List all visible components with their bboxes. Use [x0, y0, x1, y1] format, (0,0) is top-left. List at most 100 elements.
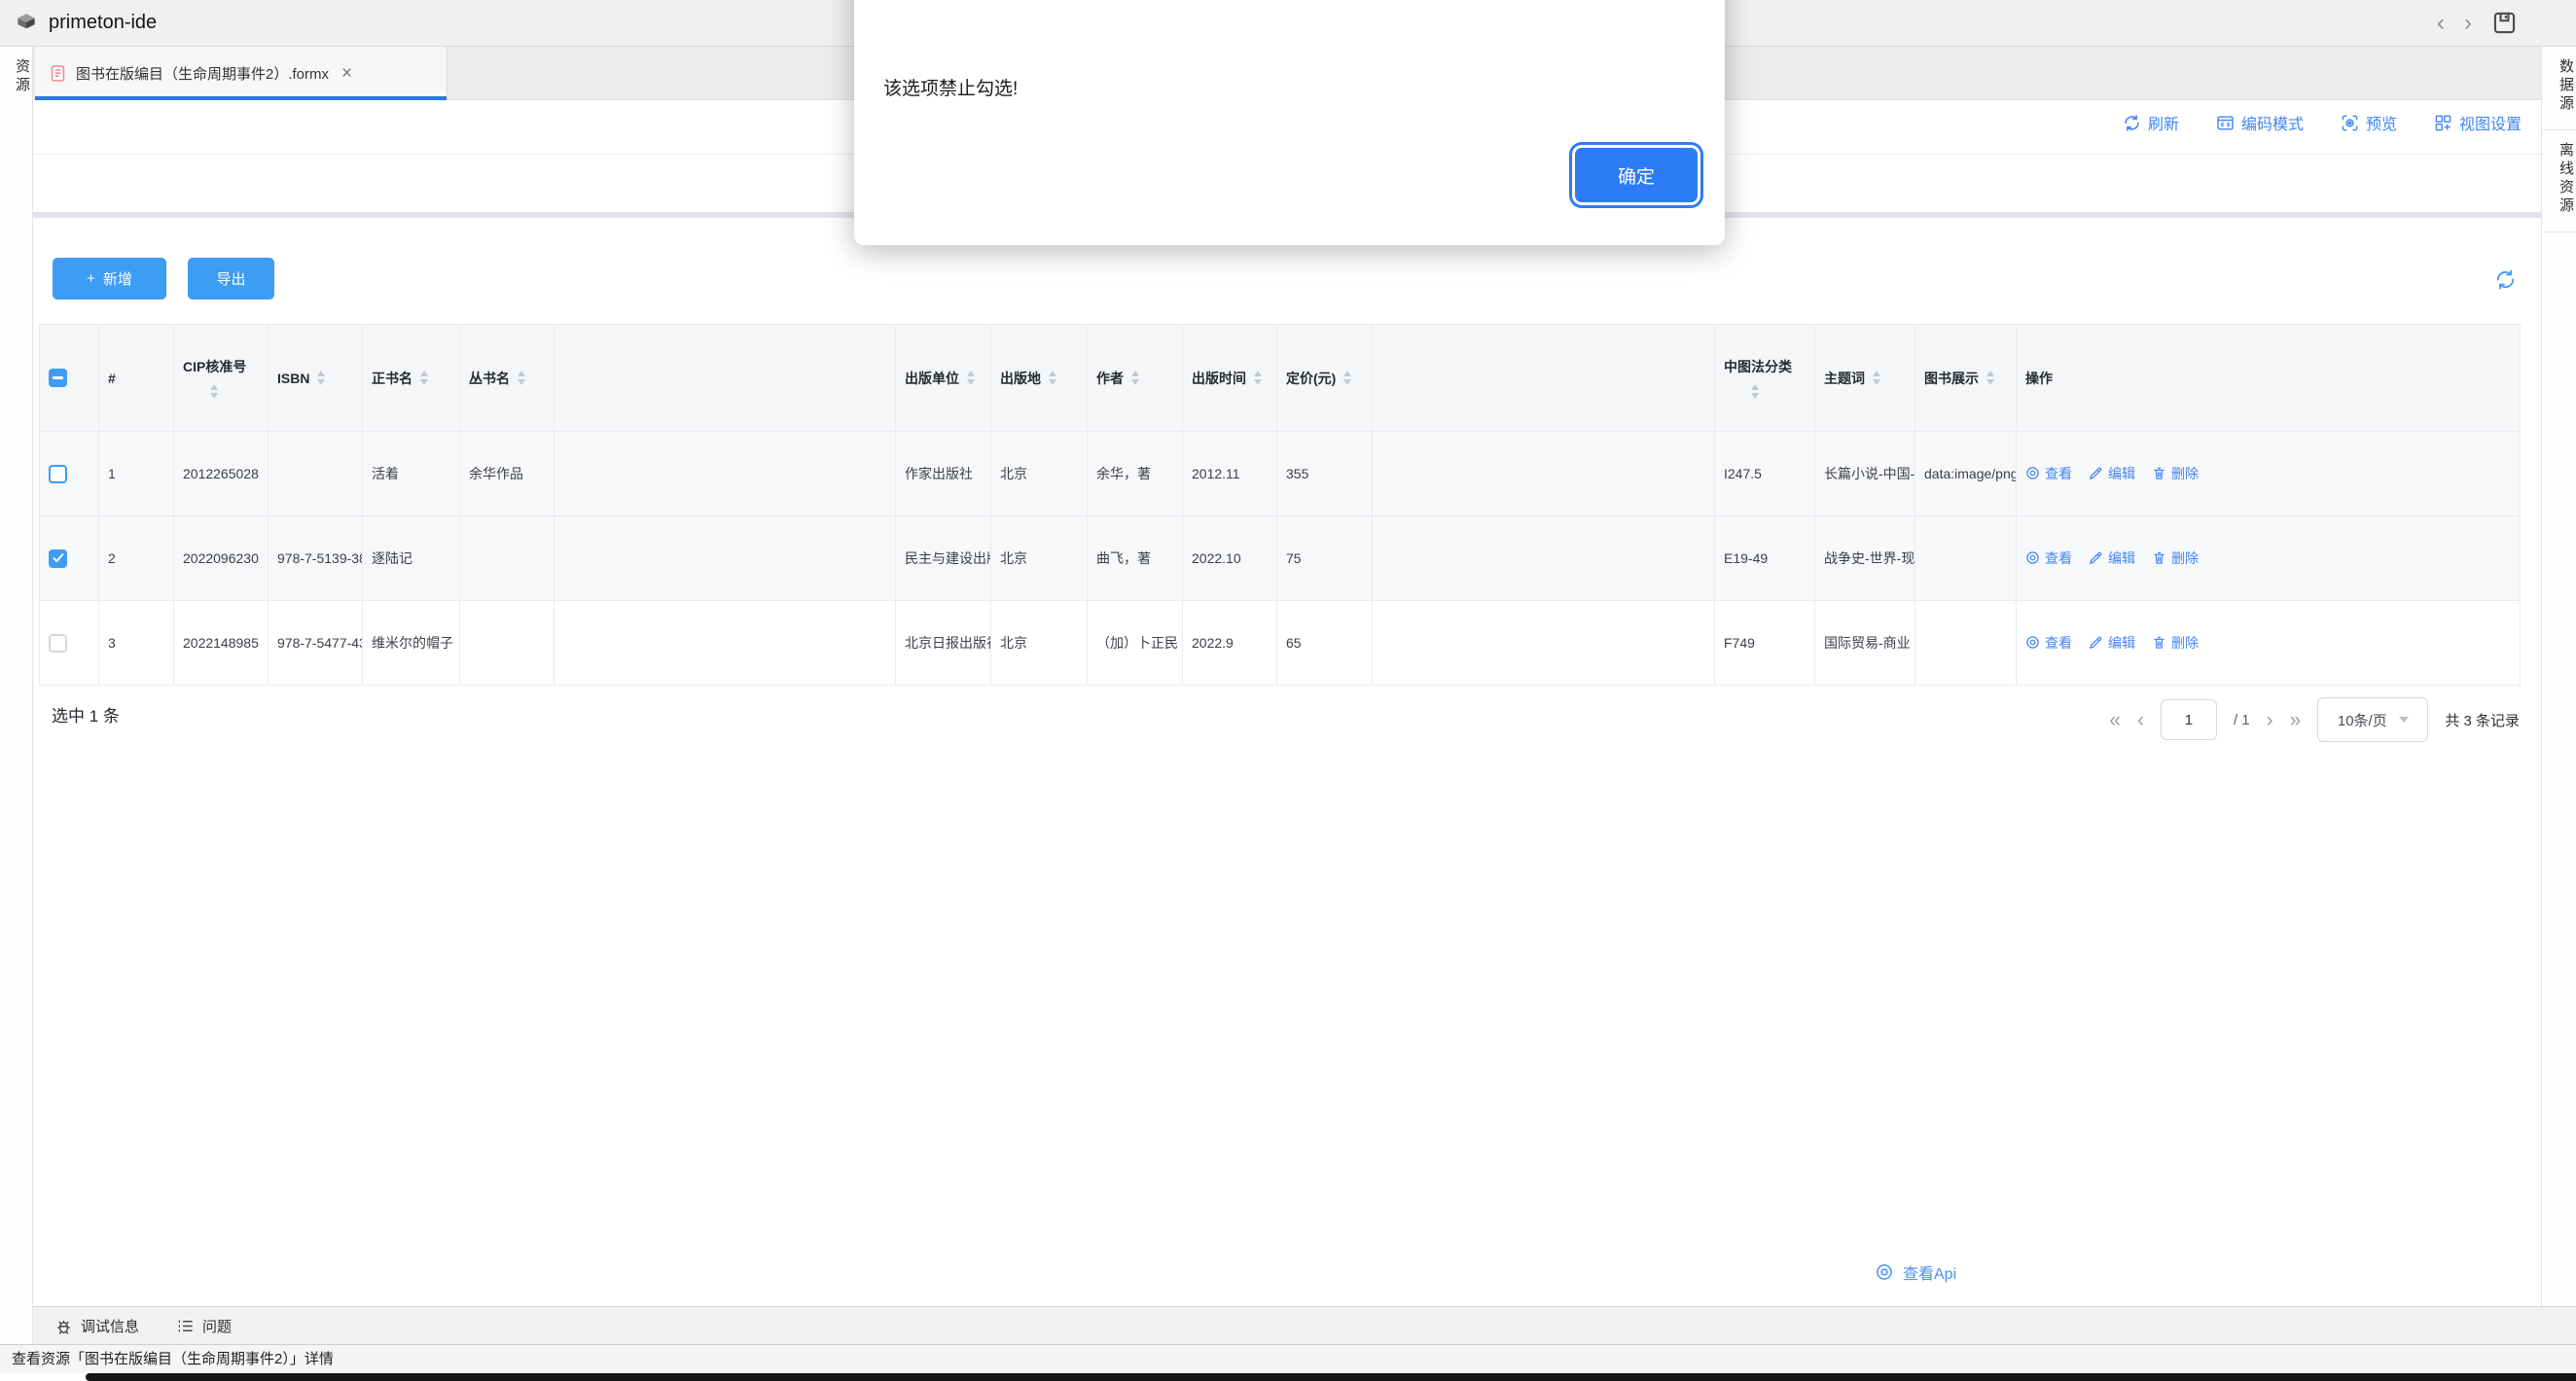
preview-button[interactable]: 预览	[2341, 111, 2397, 134]
trash-icon	[2152, 550, 2166, 565]
edit-action[interactable]: 编辑	[2089, 549, 2135, 568]
delete-action[interactable]: 删除	[2152, 549, 2199, 568]
view-api-link[interactable]: 查看Api	[1875, 1260, 1956, 1284]
table-cell	[268, 432, 363, 516]
sort-asc-icon	[518, 371, 525, 376]
debug-info-button[interactable]: 调试信息	[54, 1316, 139, 1336]
edit-action[interactable]: 编辑	[2089, 633, 2135, 653]
next-page-button[interactable]: ›	[2267, 710, 2273, 730]
ok-button[interactable]: 确定	[1575, 148, 1698, 202]
column-header[interactable]: 作者	[1088, 325, 1183, 432]
column-header[interactable]: 主题词	[1815, 325, 1915, 432]
selected-count: 选中 1 条	[52, 702, 120, 726]
column-header[interactable]: 出版时间	[1183, 325, 1277, 432]
table-cell: 余华作品	[460, 432, 555, 516]
problems-button[interactable]: 问题	[176, 1316, 232, 1336]
sort-icons[interactable]	[420, 371, 428, 385]
sidebar-item-offline-resources[interactable]: 离线资源	[2542, 130, 2576, 232]
pencil-icon	[2089, 550, 2103, 565]
sort-icons[interactable]	[1986, 371, 1994, 385]
tab-close-icon[interactable]: ×	[341, 63, 352, 85]
sort-icons[interactable]	[1254, 371, 1262, 385]
table-cell: 2012265028	[174, 432, 268, 516]
row-checkbox[interactable]	[49, 549, 67, 568]
view-settings-button[interactable]: 视图设置	[2434, 111, 2522, 134]
table-cell: 逐陆记	[363, 516, 460, 601]
table-cell: 国际贸易-商业	[1815, 601, 1915, 686]
sidebar-item-resources[interactable]: 资源	[0, 58, 32, 95]
column-header	[555, 325, 896, 432]
table-cell: 余华，著	[1088, 432, 1183, 516]
view-action[interactable]: 查看	[2025, 464, 2072, 483]
page-size-select[interactable]: 10条/页	[2317, 697, 2428, 742]
sort-desc-icon	[210, 393, 218, 399]
sort-desc-icon	[1986, 379, 1994, 385]
column-header[interactable]: 出版单位	[896, 325, 991, 432]
column-header[interactable]: 丛书名	[460, 325, 555, 432]
screen-edge	[86, 1373, 2576, 1381]
export-button[interactable]: 导出	[188, 258, 274, 300]
table-cell: data:image/png	[1915, 432, 2017, 516]
sort-icons[interactable]	[967, 371, 975, 385]
select-all-checkbox[interactable]	[49, 369, 67, 387]
column-header[interactable]: CIP核准号	[174, 325, 268, 432]
sort-icons[interactable]	[1343, 371, 1351, 385]
view-action[interactable]: 查看	[2025, 549, 2072, 568]
column-header: 操作	[2017, 325, 2521, 432]
tab-label: 图书在版编目（生命周期事件2）.formx	[76, 63, 329, 84]
history-forward-icon[interactable]: ›	[2464, 12, 2472, 35]
table-cell	[555, 601, 896, 686]
column-header[interactable]: ISBN	[268, 325, 363, 432]
sort-icons[interactable]	[1131, 371, 1139, 385]
save-icon[interactable]	[2491, 10, 2518, 36]
sort-desc-icon	[420, 379, 428, 385]
tab-book-cip-formx[interactable]: 图书在版编目（生命周期事件2）.formx ×	[35, 47, 447, 100]
page-count: / 1	[2234, 712, 2250, 728]
view-action[interactable]: 查看	[2025, 633, 2072, 653]
sort-desc-icon	[1343, 379, 1351, 385]
sidebar-item-data-source[interactable]: 数据源	[2542, 47, 2576, 130]
table-cell: 北京	[991, 432, 1088, 516]
sort-desc-icon	[1873, 379, 1880, 385]
sort-icons[interactable]	[518, 371, 525, 385]
table-cell: 维米尔的帽子	[363, 601, 460, 686]
column-header[interactable]: 中图法分类	[1715, 325, 1815, 432]
edit-action[interactable]: 编辑	[2089, 464, 2135, 483]
refresh-button[interactable]: 刷新	[2123, 111, 2179, 134]
page-input[interactable]	[2161, 699, 2217, 740]
table-cell: 355	[1277, 432, 1373, 516]
table-cell: 2022.9	[1183, 601, 1277, 686]
sort-icons[interactable]	[1873, 371, 1880, 385]
table-cell: 北京日报出版社	[896, 601, 991, 686]
sort-icons[interactable]	[1049, 371, 1056, 385]
column-header[interactable]: 定价(元)	[1277, 325, 1373, 432]
add-button[interactable]: + 新增	[53, 258, 166, 300]
delete-action[interactable]: 删除	[2152, 464, 2199, 483]
sort-desc-icon	[518, 379, 525, 385]
history-back-icon[interactable]: ‹	[2437, 12, 2445, 35]
sort-icons[interactable]	[210, 384, 218, 399]
last-page-button[interactable]: »	[2290, 710, 2302, 730]
table-refresh-icon[interactable]	[2494, 268, 2517, 291]
table-cell: 2022.10	[1183, 516, 1277, 601]
table-cell: 活着	[363, 432, 460, 516]
table-cell	[1915, 516, 2017, 601]
column-header[interactable]: 出版地	[991, 325, 1088, 432]
sort-asc-icon	[317, 371, 325, 376]
table-cell: 2012.11	[1183, 432, 1277, 516]
row-checkbox[interactable]	[49, 634, 67, 653]
sort-desc-icon	[1254, 379, 1262, 385]
first-page-button[interactable]: «	[2109, 710, 2121, 730]
screen: primeton-ide ‹ › 资源 数据源 离线资源 图书在版编目（生命周期…	[0, 0, 2576, 1381]
delete-action[interactable]: 删除	[2152, 633, 2199, 653]
sort-asc-icon	[1131, 371, 1139, 376]
sort-asc-icon	[967, 371, 975, 376]
column-header[interactable]: 正书名	[363, 325, 460, 432]
sort-icons[interactable]	[1751, 384, 1759, 399]
column-header[interactable]: 图书展示	[1915, 325, 2017, 432]
table-cell: 战争史-世界-现	[1815, 516, 1915, 601]
code-mode-button[interactable]: 编码模式	[2216, 111, 2304, 134]
prev-page-button[interactable]: ‹	[2137, 710, 2144, 730]
sort-icons[interactable]	[317, 371, 325, 385]
row-checkbox[interactable]	[49, 465, 67, 483]
